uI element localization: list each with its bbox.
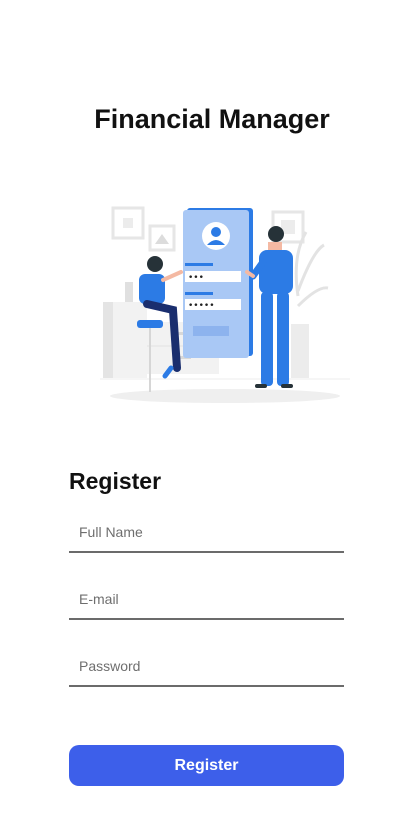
password-field-wrapper bbox=[69, 641, 344, 687]
full-name-field-wrapper bbox=[69, 507, 344, 553]
app-title: Financial Manager bbox=[94, 104, 330, 134]
masked-password-text: ••• bbox=[188, 273, 204, 283]
register-heading: Register bbox=[69, 468, 162, 494]
password-input[interactable] bbox=[69, 641, 344, 685]
login-illustration-icon: ••• ••••• bbox=[100, 206, 350, 403]
email-field-wrapper bbox=[69, 574, 344, 620]
register-button[interactable]: Register bbox=[69, 745, 344, 786]
masked-password-text-2: ••••• bbox=[188, 301, 215, 311]
email-input[interactable] bbox=[69, 574, 344, 618]
full-name-input[interactable] bbox=[69, 507, 344, 551]
